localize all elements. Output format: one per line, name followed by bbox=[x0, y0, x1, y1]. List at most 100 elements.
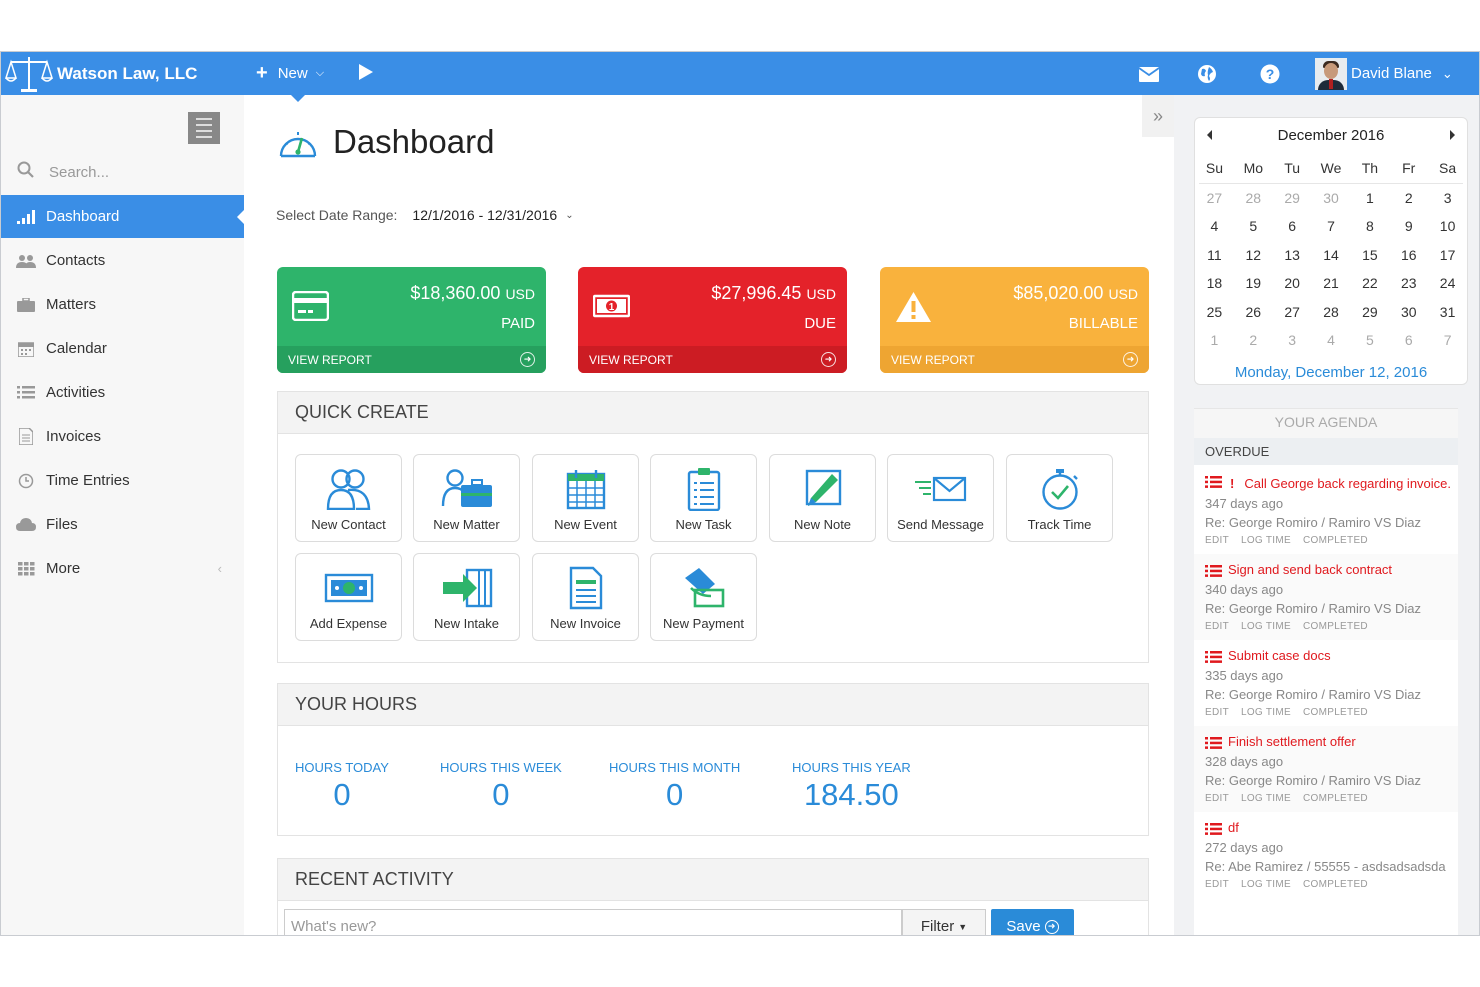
calendar-day[interactable]: 9 bbox=[1389, 212, 1428, 241]
edit-link[interactable]: EDIT bbox=[1205, 707, 1229, 718]
calendar-day[interactable]: 20 bbox=[1273, 269, 1312, 298]
log-time-link[interactable]: LOG TIME bbox=[1241, 879, 1291, 890]
calendar-day[interactable]: 30 bbox=[1389, 298, 1428, 327]
new-matter-button[interactable]: New Matter bbox=[413, 454, 520, 542]
next-month-icon[interactable] bbox=[1450, 130, 1455, 140]
calendar-day[interactable]: 4 bbox=[1312, 326, 1351, 355]
log-time-link[interactable]: LOG TIME bbox=[1241, 707, 1291, 718]
sidebar-item-contacts[interactable]: Contacts bbox=[1, 239, 244, 282]
calendar-day[interactable]: 22 bbox=[1350, 269, 1389, 298]
completed-link[interactable]: COMPLETED bbox=[1303, 621, 1368, 632]
calendar-day[interactable]: 7 bbox=[1428, 326, 1467, 355]
completed-link[interactable]: COMPLETED bbox=[1303, 879, 1368, 890]
agenda-item-title-row[interactable]: df bbox=[1205, 818, 1458, 838]
sidebar-item-activities[interactable]: Activities bbox=[1, 371, 244, 414]
mail-icon[interactable] bbox=[1138, 63, 1160, 85]
edit-link[interactable]: EDIT bbox=[1205, 793, 1229, 804]
add-expense-button[interactable]: Add Expense bbox=[295, 553, 402, 641]
save-button[interactable]: Save ➜ bbox=[991, 909, 1074, 935]
calendar-day[interactable]: 28 bbox=[1312, 298, 1351, 327]
completed-link[interactable]: COMPLETED bbox=[1303, 707, 1368, 718]
calendar-day[interactable]: 29 bbox=[1273, 184, 1312, 213]
log-time-link[interactable]: LOG TIME bbox=[1241, 793, 1291, 804]
billable-view-report-link[interactable]: VIEW REPORT ➜ bbox=[880, 346, 1149, 373]
calendar-day[interactable]: 19 bbox=[1234, 269, 1273, 298]
calendar-day[interactable]: 15 bbox=[1350, 241, 1389, 270]
send-message-button[interactable]: Send Message bbox=[887, 454, 994, 542]
calendar-day[interactable]: 14 bbox=[1312, 241, 1351, 270]
sidebar-item-time-entries[interactable]: Time Entries bbox=[1, 459, 244, 502]
calendar-day[interactable]: 5 bbox=[1234, 212, 1273, 241]
calendar-day[interactable]: 27 bbox=[1195, 184, 1234, 213]
agenda-item-matter[interactable]: Re: George Romiro / Ramiro VS Diaz bbox=[1205, 513, 1458, 532]
brand[interactable]: Watson Law, LLC bbox=[5, 52, 197, 95]
sidebar-item-matters[interactable]: Matters bbox=[1, 283, 244, 326]
globe-icon[interactable] bbox=[1196, 63, 1218, 85]
calendar-day[interactable]: 18 bbox=[1195, 269, 1234, 298]
new-payment-button[interactable]: New Payment bbox=[650, 553, 757, 641]
play-icon[interactable] bbox=[359, 64, 373, 80]
new-event-button[interactable]: New Event bbox=[532, 454, 639, 542]
paid-view-report-link[interactable]: VIEW REPORT ➜ bbox=[277, 346, 546, 373]
date-range-selector[interactable]: Select Date Range: 12/1/2016 - 12/31/201… bbox=[276, 207, 574, 223]
calendar-day[interactable]: 17 bbox=[1428, 241, 1467, 270]
agenda-item-matter[interactable]: Re: Abe Ramirez / 55555 - asdsadsadsda bbox=[1205, 857, 1458, 876]
agenda-item-title-row[interactable]: Submit case docs bbox=[1205, 646, 1458, 666]
calendar-day[interactable]: 8 bbox=[1350, 212, 1389, 241]
calendar-day[interactable]: 6 bbox=[1273, 212, 1312, 241]
new-note-button[interactable]: New Note bbox=[769, 454, 876, 542]
new-task-button[interactable]: New Task bbox=[650, 454, 757, 542]
agenda-item-matter[interactable]: Re: George Romiro / Ramiro VS Diaz bbox=[1205, 599, 1458, 618]
calendar-day[interactable]: 2 bbox=[1389, 184, 1428, 213]
calendar-day[interactable]: 10 bbox=[1428, 212, 1467, 241]
calendar-day[interactable]: 24 bbox=[1428, 269, 1467, 298]
calendar-day[interactable]: 27 bbox=[1273, 298, 1312, 327]
calendar-day[interactable]: 26 bbox=[1234, 298, 1273, 327]
calendar-day[interactable]: 12 bbox=[1234, 241, 1273, 270]
search-input[interactable] bbox=[49, 163, 219, 181]
new-intake-button[interactable]: New Intake bbox=[413, 553, 520, 641]
calendar-day[interactable]: 23 bbox=[1389, 269, 1428, 298]
sidebar-item-invoices[interactable]: Invoices bbox=[1, 415, 244, 458]
calendar-day[interactable]: 16 bbox=[1389, 241, 1428, 270]
agenda-item-title-row[interactable]: Finish settlement offer bbox=[1205, 732, 1458, 752]
edit-link[interactable]: EDIT bbox=[1205, 535, 1229, 546]
completed-link[interactable]: COMPLETED bbox=[1303, 793, 1368, 804]
log-time-link[interactable]: LOG TIME bbox=[1241, 621, 1291, 632]
hamburger-icon[interactable] bbox=[188, 112, 220, 144]
calendar-day[interactable]: 3 bbox=[1428, 184, 1467, 213]
calendar-day[interactable]: 1 bbox=[1195, 326, 1234, 355]
calendar-day[interactable]: 11 bbox=[1195, 241, 1234, 270]
filter-button[interactable]: Filter ▼ bbox=[902, 909, 986, 935]
new-menu-button[interactable]: + New ⌵ bbox=[256, 52, 324, 95]
log-time-link[interactable]: LOG TIME bbox=[1241, 535, 1291, 546]
calendar-day[interactable]: 30 bbox=[1312, 184, 1351, 213]
edit-link[interactable]: EDIT bbox=[1205, 879, 1229, 890]
sidebar-item-calendar[interactable]: Calendar bbox=[1, 327, 244, 370]
calendar-day[interactable]: 7 bbox=[1312, 212, 1351, 241]
calendar-day[interactable]: 4 bbox=[1195, 212, 1234, 241]
calendar-day[interactable]: 28 bbox=[1234, 184, 1273, 213]
calendar-day[interactable]: 25 bbox=[1195, 298, 1234, 327]
new-invoice-button[interactable]: New Invoice bbox=[532, 553, 639, 641]
sidebar-item-dashboard[interactable]: Dashboard bbox=[1, 195, 245, 238]
new-contact-button[interactable]: New Contact bbox=[295, 454, 402, 542]
calendar-day[interactable]: 3 bbox=[1273, 326, 1312, 355]
calendar-day[interactable]: 21 bbox=[1312, 269, 1351, 298]
calendar-day[interactable]: 31 bbox=[1428, 298, 1467, 327]
agenda-item-matter[interactable]: Re: George Romiro / Ramiro VS Diaz bbox=[1205, 771, 1458, 790]
calendar-day[interactable]: 1 bbox=[1350, 184, 1389, 213]
sidebar-item-more[interactable]: More ‹ bbox=[1, 547, 244, 590]
selected-date[interactable]: Monday, December 12, 2016 bbox=[1195, 364, 1467, 381]
activity-input[interactable] bbox=[284, 909, 902, 935]
help-icon[interactable]: ? bbox=[1259, 63, 1281, 85]
due-view-report-link[interactable]: VIEW REPORT ➜ bbox=[578, 346, 847, 373]
calendar-day[interactable]: 13 bbox=[1273, 241, 1312, 270]
prev-month-icon[interactable] bbox=[1207, 130, 1212, 140]
edit-link[interactable]: EDIT bbox=[1205, 621, 1229, 632]
calendar-day[interactable]: 6 bbox=[1389, 326, 1428, 355]
agenda-item-matter[interactable]: Re: George Romiro / Ramiro VS Diaz bbox=[1205, 685, 1458, 704]
calendar-day[interactable]: 29 bbox=[1350, 298, 1389, 327]
calendar-day[interactable]: 5 bbox=[1350, 326, 1389, 355]
completed-link[interactable]: COMPLETED bbox=[1303, 535, 1368, 546]
